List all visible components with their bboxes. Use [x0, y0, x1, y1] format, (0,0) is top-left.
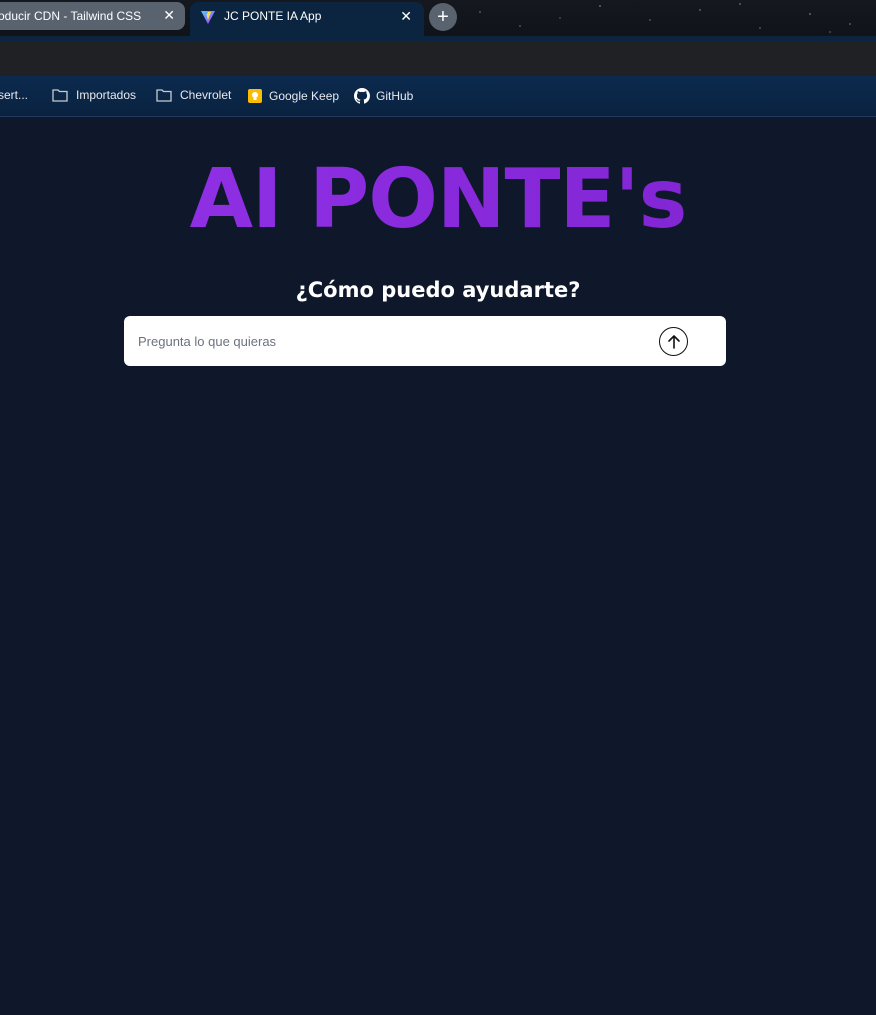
tab-close-icon[interactable]: ✕: [400, 8, 412, 25]
bookmark-label: Importados: [76, 88, 137, 102]
page-subtitle: ¿Cómo puedo ayudarte?: [295, 278, 581, 302]
folder-icon: [52, 89, 68, 102]
folder-icon: [156, 89, 172, 102]
google-keep-icon: [248, 89, 262, 103]
prompt-input[interactable]: [138, 333, 638, 349]
plus-icon: +: [437, 6, 449, 28]
bookmark-label: Google Keep: [269, 89, 340, 103]
bookmark-label: GitHub: [376, 89, 414, 103]
bookmark-chevrolet[interactable]: Chevrolet: [156, 88, 231, 102]
bookmark-importados[interactable]: Importados: [52, 88, 136, 102]
send-button[interactable]: [659, 327, 688, 356]
tab-title: JC PONTE IA App: [224, 9, 322, 23]
new-tab-button[interactable]: +: [429, 3, 457, 31]
page-title: AI PONTE's: [0, 150, 876, 250]
prompt-form: [124, 316, 726, 366]
bookmarks-bar: sert... Importados Chevrolet Google Keep…: [0, 76, 876, 117]
vite-icon: [200, 9, 216, 25]
github-icon: [354, 88, 370, 104]
bookmark-label: sert...: [0, 88, 29, 102]
tab-close-icon[interactable]: ✕: [163, 7, 175, 24]
tab-tailwind[interactable]: roducir CDN - Tailwind CSS ✕: [0, 2, 185, 30]
bookmark-google-keep[interactable]: Google Keep: [247, 88, 339, 104]
bookmark-sert[interactable]: sert...: [0, 88, 28, 102]
tab-jc-ponte[interactable]: JC PONTE IA App ✕: [190, 2, 424, 36]
bookmark-github[interactable]: GitHub: [354, 88, 413, 104]
bookmark-label: Chevrolet: [180, 88, 232, 102]
tab-strip: roducir CDN - Tailwind CSS ✕ JC PONTE IA…: [0, 0, 876, 36]
browser-toolbar: [0, 36, 876, 76]
tab-title: roducir CDN - Tailwind CSS: [0, 9, 142, 23]
arrow-up-icon: [667, 334, 680, 349]
